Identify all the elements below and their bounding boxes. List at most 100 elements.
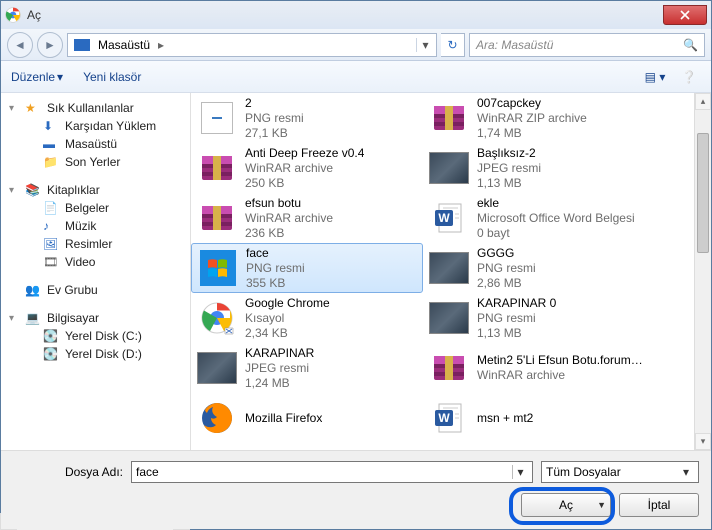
chevron-down-icon[interactable]: ▾ [512,465,528,479]
search-icon: 🔍 [683,38,698,52]
filename-value: face [136,465,512,479]
file-type: WinRAR archive [245,211,333,226]
sidebar-item-drive-c[interactable]: 💽Yerel Disk (C:) [5,327,186,345]
file-size: 1,13 MB [477,176,541,191]
filetype-filter[interactable]: Tüm Dosyalar ▾ [541,461,699,483]
filename-input[interactable]: face ▾ [131,461,533,483]
sidebar-item-pictures[interactable]: 🖼 Resimler [5,235,186,253]
sidebar-homegroup-label: Ev Grubu [47,283,98,297]
file-thumbnail-icon [197,98,237,138]
download-icon: ⬇ [43,119,59,133]
help-button[interactable]: ❔ [677,66,701,88]
file-item[interactable]: Wmsn + mt2 [423,393,655,443]
scrollbar-thumb[interactable] [697,133,709,253]
filter-value: Tüm Dosyalar [546,465,678,479]
dialog-footer: Dosya Adı: face ▾ Tüm Dosyalar ▾ Aç ▼ İp… [1,450,711,529]
new-folder-button[interactable]: Yeni klasör [83,70,141,84]
refresh-button[interactable]: ↻ [441,33,465,57]
libraries-icon: 📚 [25,183,41,197]
vertical-scrollbar[interactable]: ▴ ▾ [694,93,711,450]
file-item[interactable]: KARAPINARJPEG resmi1,24 MB [191,343,423,393]
breadcrumb-location: Masaüstü [94,38,154,52]
file-item[interactable]: Başlıksız-2JPEG resmi1,13 MB [423,143,655,193]
organize-label: Düzenle [11,70,55,84]
music-icon: ♪ [43,219,59,233]
file-thumbnail-icon [429,98,469,138]
file-size: 236 KB [245,226,333,241]
chevron-right-icon[interactable]: ▸ [154,38,168,52]
sidebar-item-label: Resimler [65,237,112,251]
sidebar-homegroup[interactable]: 👥Ev Grubu [5,281,186,299]
file-type: JPEG resmi [477,161,541,176]
file-type: Kısayol [245,311,330,326]
desktop-icon: ▬ [43,137,59,151]
navigation-bar: ◄ ► Masaüstü ▸ ▾ ↻ Ara: Masaüstü 🔍 [1,29,711,61]
sidebar-item-documents[interactable]: 📄Belgeler [5,199,186,217]
organize-menu[interactable]: Düzenle ▾ [11,70,63,84]
file-size: 2,86 MB [477,276,536,291]
file-item[interactable]: 007capckeyWinRAR ZIP archive1,74 MB [423,93,655,143]
sidebar-item-label: Karşıdan Yüklem [65,119,156,133]
sidebar-libraries-label: Kitaplıklar [47,183,100,197]
chevron-down-icon[interactable]: ▾ [678,465,694,479]
toolbar: Düzenle ▾ Yeni klasör ▤ ▾ ❔ [1,61,711,93]
breadcrumb[interactable]: Masaüstü ▸ ▾ [67,33,437,57]
chevron-down-icon[interactable]: ▼ [597,500,606,510]
file-item[interactable]: WekleMicrosoft Office Word Belgesi0 bayt [423,193,655,243]
sidebar-libraries[interactable]: 📚 Kitaplıklar [5,181,186,199]
search-input[interactable]: Ara: Masaüstü 🔍 [469,33,705,57]
file-thumbnail-icon [197,198,237,238]
file-thumbnail-icon [197,298,237,338]
file-item[interactable]: Anti Deep Freeze v0.4WinRAR archive250 K… [191,143,423,193]
sidebar-item-label: Belgeler [65,201,109,215]
file-name: Metin2 5'Li Efsun Botu.forumexe.com [477,353,649,368]
drive-icon: 💽 [43,347,59,361]
sidebar-item-label: Video [65,255,95,269]
sidebar-computer[interactable]: 💻Bilgisayar [5,309,186,327]
sidebar-item-music[interactable]: ♪Müzik [5,217,186,235]
window-title: Aç [27,8,41,22]
file-name: face [246,246,305,261]
sidebar-item-drive-d[interactable]: 💽Yerel Disk (D:) [5,345,186,363]
close-button[interactable] [663,5,707,25]
file-size: 0 bayt [477,226,635,241]
file-item[interactable]: Metin2 5'Li Efsun Botu.forumexe.comWinRA… [423,343,655,393]
file-name: Google Chrome [245,296,330,311]
file-size: 1,13 MB [477,326,556,341]
pictures-icon: 🖼 [43,237,59,251]
file-name: efsun botu [245,196,333,211]
file-name: Anti Deep Freeze v0.4 [245,146,364,161]
file-name: msn + mt2 [477,411,533,426]
sidebar-item-label: Masaüstü [65,137,117,151]
breadcrumb-dropdown[interactable]: ▾ [416,38,434,52]
sidebar-favorites[interactable]: ★Sık Kullanılanlar [5,99,186,117]
back-button[interactable]: ◄ [7,32,33,58]
file-list: 2PNG resmi27,1 KBAnti Deep Freeze v0.4Wi… [191,93,711,450]
view-options-button[interactable]: ▤ ▾ [643,66,667,88]
sidebar-item-recent[interactable]: 📁Son Yerler [5,153,186,171]
chrome-icon [5,7,21,23]
chevron-down-icon: ▾ [57,70,63,84]
sidebar-computer-label: Bilgisayar [47,311,99,325]
file-item[interactable]: GGGGPNG resmi2,86 MB [423,243,655,293]
file-item[interactable]: facePNG resmi355 KB [191,243,423,293]
titlebar: Aç [1,1,711,29]
file-item[interactable]: Google ChromeKısayol2,34 KB [191,293,423,343]
file-item[interactable]: Mozilla Firefox [191,393,423,443]
forward-button[interactable]: ► [37,32,63,58]
file-name: GGGG [477,246,536,261]
file-size: 1,24 MB [245,376,314,391]
file-item[interactable]: 2PNG resmi27,1 KB [191,93,423,143]
file-item[interactable]: KARAPINAR 0PNG resmi1,13 MB [423,293,655,343]
file-size: 355 KB [246,276,305,291]
file-item[interactable]: efsun botuWinRAR archive236 KB [191,193,423,243]
sidebar-item-desktop[interactable]: ▬ Masaüstü [5,135,186,153]
file-thumbnail-icon [429,298,469,338]
star-icon: ★ [25,101,41,115]
sidebar: ▾ ★Sık Kullanılanlar ⬇Karşıdan Yüklem ▬M… [1,93,191,450]
sidebar-item-downloads[interactable]: ⬇ Karşıdan Yüklem [5,117,186,135]
recent-icon: 📁 [43,155,59,169]
sidebar-item-video[interactable]: 🎞Video [5,253,186,271]
open-button[interactable]: Aç ▼ [521,493,611,517]
cancel-button[interactable]: İptal [619,493,699,517]
